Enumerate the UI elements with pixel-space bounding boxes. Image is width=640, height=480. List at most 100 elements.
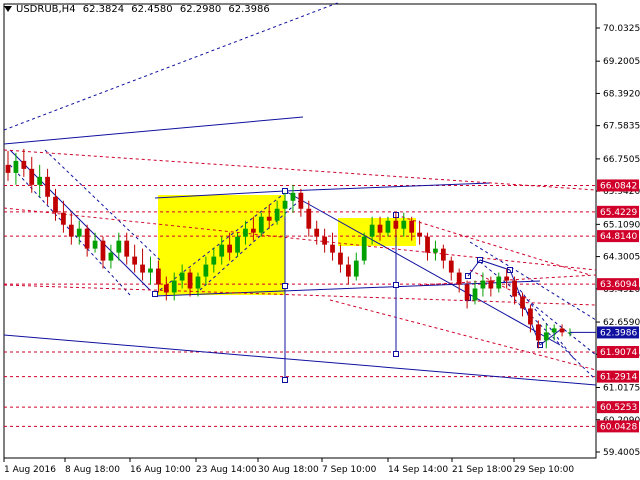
candle xyxy=(76,220,82,245)
candle xyxy=(148,256,153,285)
candle-body xyxy=(385,220,391,233)
symbol-arrow-icon[interactable] xyxy=(4,6,12,12)
candle-body xyxy=(512,280,517,297)
candle-body xyxy=(338,252,343,265)
candle xyxy=(5,150,11,181)
candle-body xyxy=(100,240,106,261)
y-tick-label: 59.4005 xyxy=(603,448,640,458)
drawing-handle[interactable] xyxy=(282,377,288,383)
trend-line[interactable] xyxy=(3,284,597,306)
trend-line[interactable] xyxy=(329,299,597,371)
candle-body xyxy=(266,216,272,221)
candle-body xyxy=(559,328,565,333)
candle-body xyxy=(528,308,533,325)
drawing-handle[interactable] xyxy=(152,291,158,297)
drawing-handle[interactable] xyxy=(282,188,288,194)
trend-line[interactable] xyxy=(479,259,511,271)
candle-body xyxy=(345,264,351,277)
candle-body xyxy=(551,328,557,333)
candle xyxy=(132,244,138,273)
candle-body xyxy=(290,192,296,201)
candle xyxy=(108,244,114,269)
trend-line[interactable] xyxy=(519,289,576,361)
candle-body xyxy=(84,228,90,249)
candle xyxy=(290,184,296,213)
candle-body xyxy=(132,256,138,265)
candle-body xyxy=(5,164,11,173)
plot-frame xyxy=(3,3,597,459)
trend-line[interactable] xyxy=(3,207,597,271)
candle xyxy=(448,256,454,281)
candle-body xyxy=(68,224,74,237)
trend-line[interactable] xyxy=(3,149,597,191)
ohlc-low: 62.2980 xyxy=(179,4,222,15)
candle xyxy=(116,232,122,261)
candle-body xyxy=(472,288,478,301)
ohlc-close: 62.3986 xyxy=(228,4,270,15)
candle xyxy=(425,232,430,261)
y-tick-label: 66.7505 xyxy=(603,155,640,165)
drawing-handle[interactable] xyxy=(393,282,399,288)
candle-body xyxy=(480,280,486,289)
current-price-label: 62.3986 xyxy=(600,328,637,338)
candle xyxy=(45,168,50,205)
trend-line[interactable] xyxy=(3,116,304,145)
x-tick-label: 7 Sep 10:00 xyxy=(322,465,377,475)
candle-body xyxy=(187,272,193,289)
candle-body xyxy=(401,220,407,229)
level-price-label: 61.2914 xyxy=(600,373,637,383)
candle xyxy=(551,324,557,341)
candle-body xyxy=(520,296,525,309)
x-tick-label: 23 Aug 14:00 xyxy=(196,465,257,475)
candle-body xyxy=(369,224,375,237)
level-price-label: 66.0842 xyxy=(600,181,637,191)
candle-body xyxy=(156,268,161,285)
level-price-label: 65.4229 xyxy=(600,208,637,218)
trend-line[interactable] xyxy=(284,182,491,192)
candle-body xyxy=(504,276,510,281)
ohlc-open: 62.3824 xyxy=(82,4,125,15)
candle xyxy=(512,276,517,305)
y-tick-label: 68.3920 xyxy=(603,89,640,99)
candle xyxy=(21,148,27,177)
candle-body xyxy=(195,276,201,289)
candle xyxy=(528,304,533,333)
candle-body xyxy=(448,260,454,273)
candle-body xyxy=(377,224,383,233)
candle-body xyxy=(282,200,288,209)
candle-body xyxy=(258,216,264,233)
candle-body xyxy=(37,176,43,185)
trend-line[interactable] xyxy=(3,1,341,131)
chart-window[interactable]: 70.0325 69.2005 68.3920 67.5835 66.7505 65.94… xyxy=(0,0,640,480)
price-chart[interactable]: 70.032569.200568.392067.583566.750565.94… xyxy=(0,0,640,480)
candle xyxy=(124,232,130,265)
x-tick-label: 21 Sep 18:00 xyxy=(452,465,512,475)
candle xyxy=(361,232,367,265)
candle-body xyxy=(235,236,240,253)
y-tick-label: 70.0325 xyxy=(603,24,640,34)
candle-body xyxy=(53,196,58,213)
candle-body xyxy=(496,276,502,289)
level-price-label: 63.6094 xyxy=(600,280,637,290)
candle-body xyxy=(203,264,209,277)
drawing-handle[interactable] xyxy=(393,351,399,357)
candle xyxy=(440,244,446,269)
candle xyxy=(433,240,438,261)
candle-body xyxy=(409,220,415,233)
symbol-timeframe: USDRUB,H4 xyxy=(16,4,76,15)
trend-line[interactable] xyxy=(284,190,561,346)
x-tick-label: 29 Sep 10:00 xyxy=(514,465,574,475)
candle-body xyxy=(148,268,153,273)
candle xyxy=(306,200,312,237)
candle-body xyxy=(440,248,446,261)
level-price-label: 60.5253 xyxy=(600,403,637,413)
x-tick-label: 1 Aug 2016 xyxy=(4,465,56,475)
candle-body xyxy=(219,244,225,257)
trend-line[interactable] xyxy=(3,334,597,386)
candle-body xyxy=(488,280,494,289)
x-tick-label: 14 Sep 14:00 xyxy=(388,465,448,475)
candle-body xyxy=(76,228,82,237)
drawing-handle[interactable] xyxy=(282,283,288,289)
candle-body xyxy=(108,252,114,261)
candle-body xyxy=(227,244,233,253)
